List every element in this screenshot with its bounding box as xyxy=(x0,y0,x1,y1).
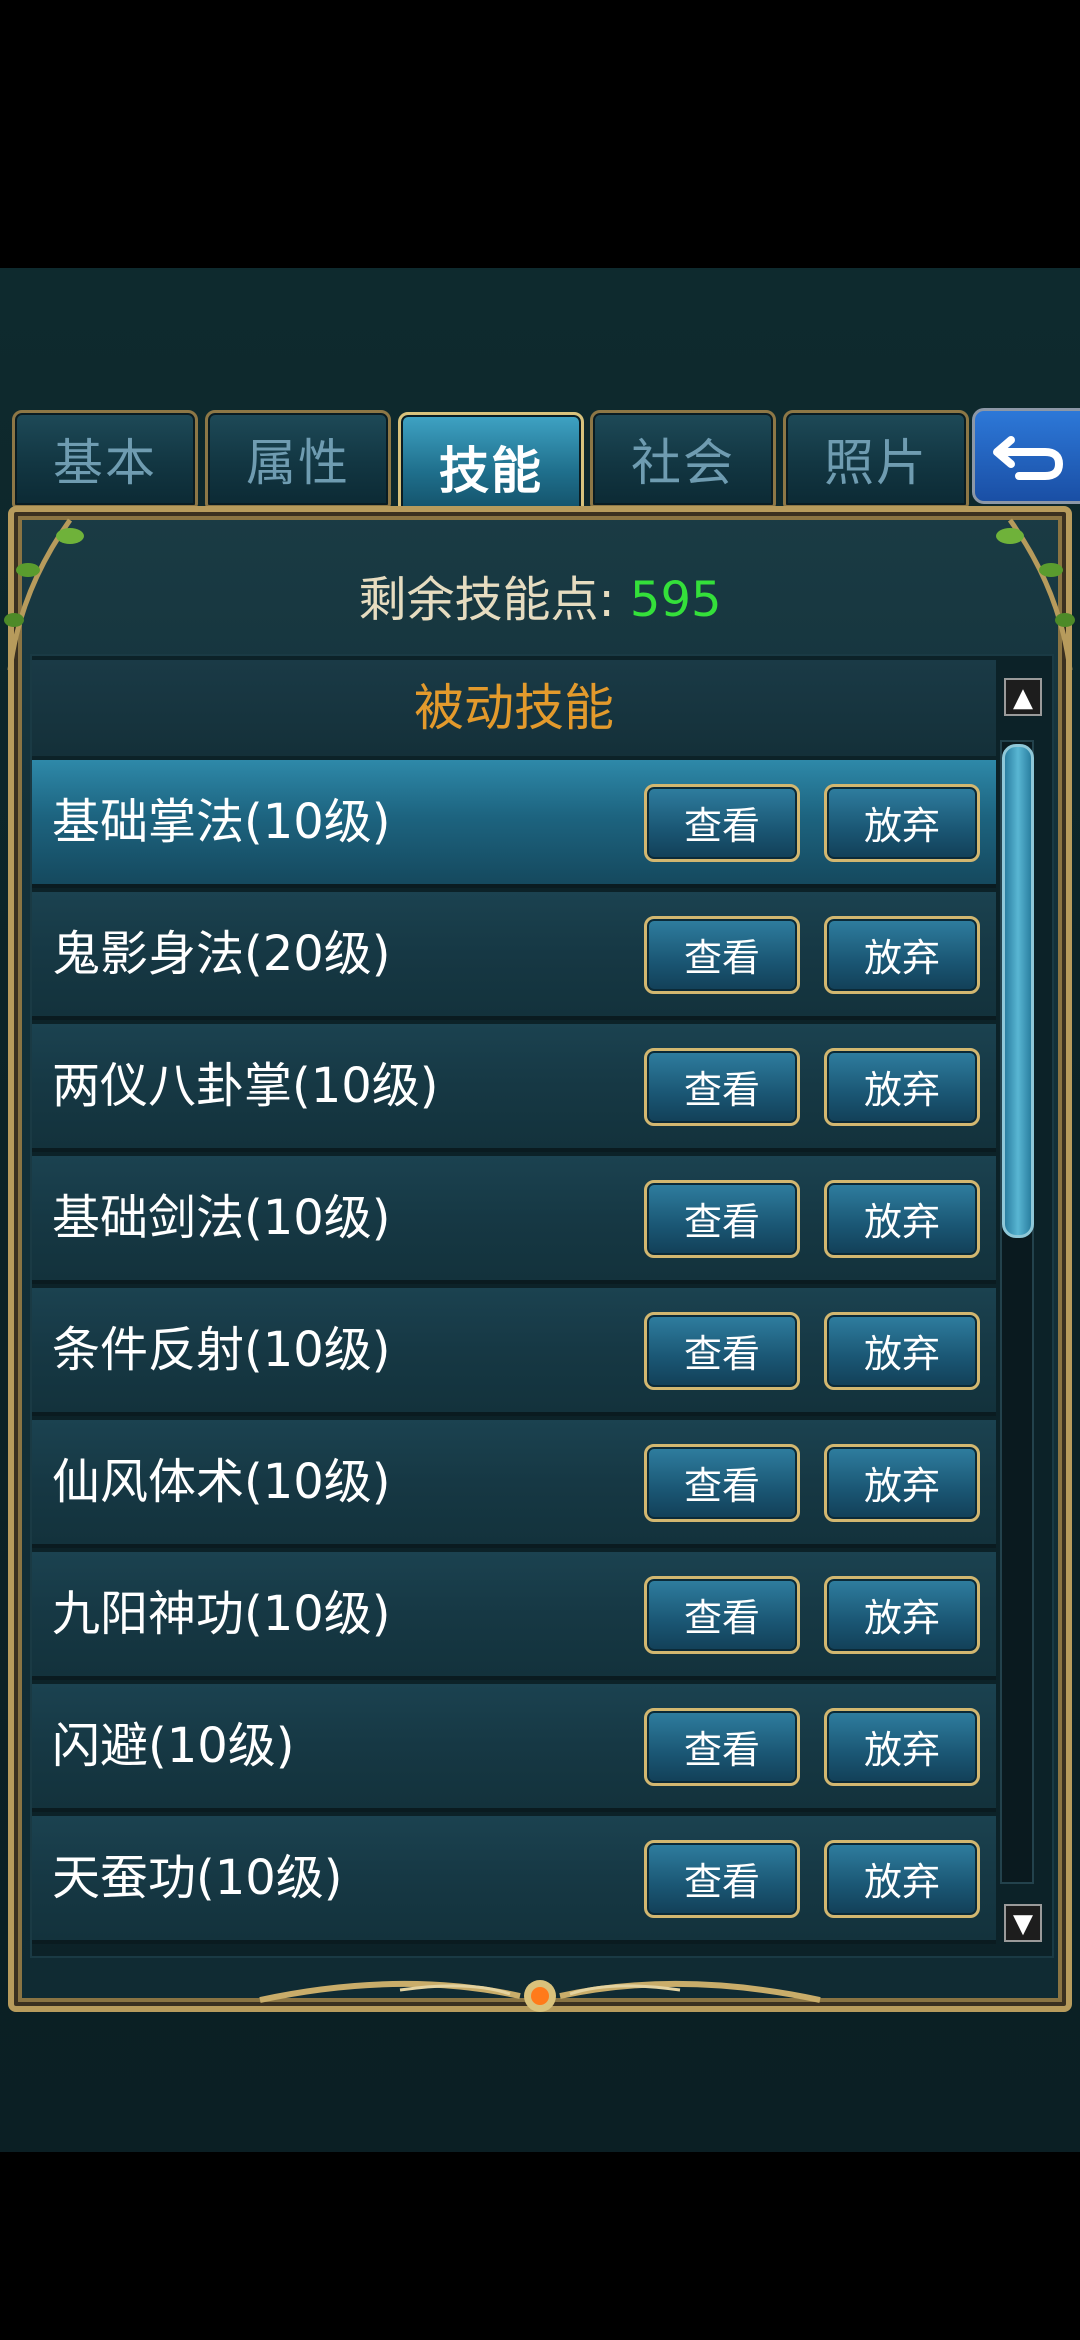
back-button[interactable] xyxy=(972,408,1080,504)
skill-row[interactable]: 鬼影身法(20级) 查看 放弃 xyxy=(32,892,996,1020)
view-button[interactable]: 查看 xyxy=(644,1312,800,1390)
abandon-button[interactable]: 放弃 xyxy=(824,1840,980,1918)
tab-photos-label: 照片 xyxy=(824,434,928,492)
tab-basic-label: 基本 xyxy=(53,434,157,492)
view-button[interactable]: 查看 xyxy=(644,1576,800,1654)
scroll-down-button[interactable]: ▼ xyxy=(1004,1904,1042,1942)
section-title: 被动技能 xyxy=(32,660,996,756)
skill-name: 闪避(10级) xyxy=(52,1718,295,1774)
tab-attributes[interactable]: 属性 xyxy=(205,410,391,508)
view-button[interactable]: 查看 xyxy=(644,1708,800,1786)
view-button[interactable]: 查看 xyxy=(644,916,800,994)
skill-row[interactable]: 两仪八卦掌(10级) 查看 放弃 xyxy=(32,1024,996,1152)
abandon-button[interactable]: 放弃 xyxy=(824,1444,980,1522)
skill-row[interactable]: 九阳神功(10级) 查看 放弃 xyxy=(32,1552,996,1680)
abandon-button[interactable]: 放弃 xyxy=(824,1708,980,1786)
skill-points-value: 595 xyxy=(629,572,722,628)
remaining-skill-points: 剩余技能点: 595 xyxy=(0,560,1080,640)
scrollbar-thumb[interactable] xyxy=(1002,744,1034,1238)
abandon-button[interactable]: 放弃 xyxy=(824,1180,980,1258)
tab-social-label: 社会 xyxy=(631,434,735,492)
skill-row[interactable]: 天蚕功(10级) 查看 放弃 xyxy=(32,1816,996,1944)
skill-row[interactable]: 仙风体术(10级) 查看 放弃 xyxy=(32,1420,996,1548)
skill-name: 基础掌法(10级) xyxy=(52,794,391,850)
abandon-button[interactable]: 放弃 xyxy=(824,1312,980,1390)
skill-name: 两仪八卦掌(10级) xyxy=(52,1058,439,1114)
screen: 基本 属性 技能 社会 照片 剩余技能点: 595 被动技能 基础掌法(10级)… xyxy=(0,0,1080,2340)
skill-name: 条件反射(10级) xyxy=(52,1322,391,1378)
tab-social[interactable]: 社会 xyxy=(590,410,776,508)
view-button[interactable]: 查看 xyxy=(644,1048,800,1126)
scroll-up-button[interactable]: ▲ xyxy=(1004,678,1042,716)
tab-basic[interactable]: 基本 xyxy=(12,410,198,508)
tab-attributes-label: 属性 xyxy=(246,434,350,492)
skill-name: 鬼影身法(20级) xyxy=(52,926,391,982)
return-arrow-icon xyxy=(993,436,1064,480)
skill-name: 基础剑法(10级) xyxy=(52,1190,391,1246)
view-button[interactable]: 查看 xyxy=(644,784,800,862)
tab-photos[interactable]: 照片 xyxy=(783,410,969,508)
skill-row[interactable]: 基础剑法(10级) 查看 放弃 xyxy=(32,1156,996,1284)
view-button[interactable]: 查看 xyxy=(644,1444,800,1522)
view-button[interactable]: 查看 xyxy=(644,1840,800,1918)
skill-name: 天蚕功(10级) xyxy=(52,1850,343,1906)
skill-name: 九阳神功(10级) xyxy=(52,1586,391,1642)
abandon-button[interactable]: 放弃 xyxy=(824,1576,980,1654)
tab-skills-label: 技能 xyxy=(439,442,543,500)
view-button[interactable]: 查看 xyxy=(644,1180,800,1258)
abandon-button[interactable]: 放弃 xyxy=(824,1048,980,1126)
skill-row[interactable]: 基础掌法(10级) 查看 放弃 xyxy=(32,760,996,888)
skill-name: 仙风体术(10级) xyxy=(52,1454,391,1510)
bottom-ornament xyxy=(259,1980,821,2012)
abandon-button[interactable]: 放弃 xyxy=(824,916,980,994)
abandon-button[interactable]: 放弃 xyxy=(824,784,980,862)
skill-row[interactable]: 闪避(10级) 查看 放弃 xyxy=(32,1684,996,1812)
skill-points-label: 剩余技能点: xyxy=(358,572,615,628)
tab-bar: 基本 属性 技能 社会 照片 xyxy=(0,400,1080,522)
skill-row[interactable]: 条件反射(10级) 查看 放弃 xyxy=(32,1288,996,1416)
